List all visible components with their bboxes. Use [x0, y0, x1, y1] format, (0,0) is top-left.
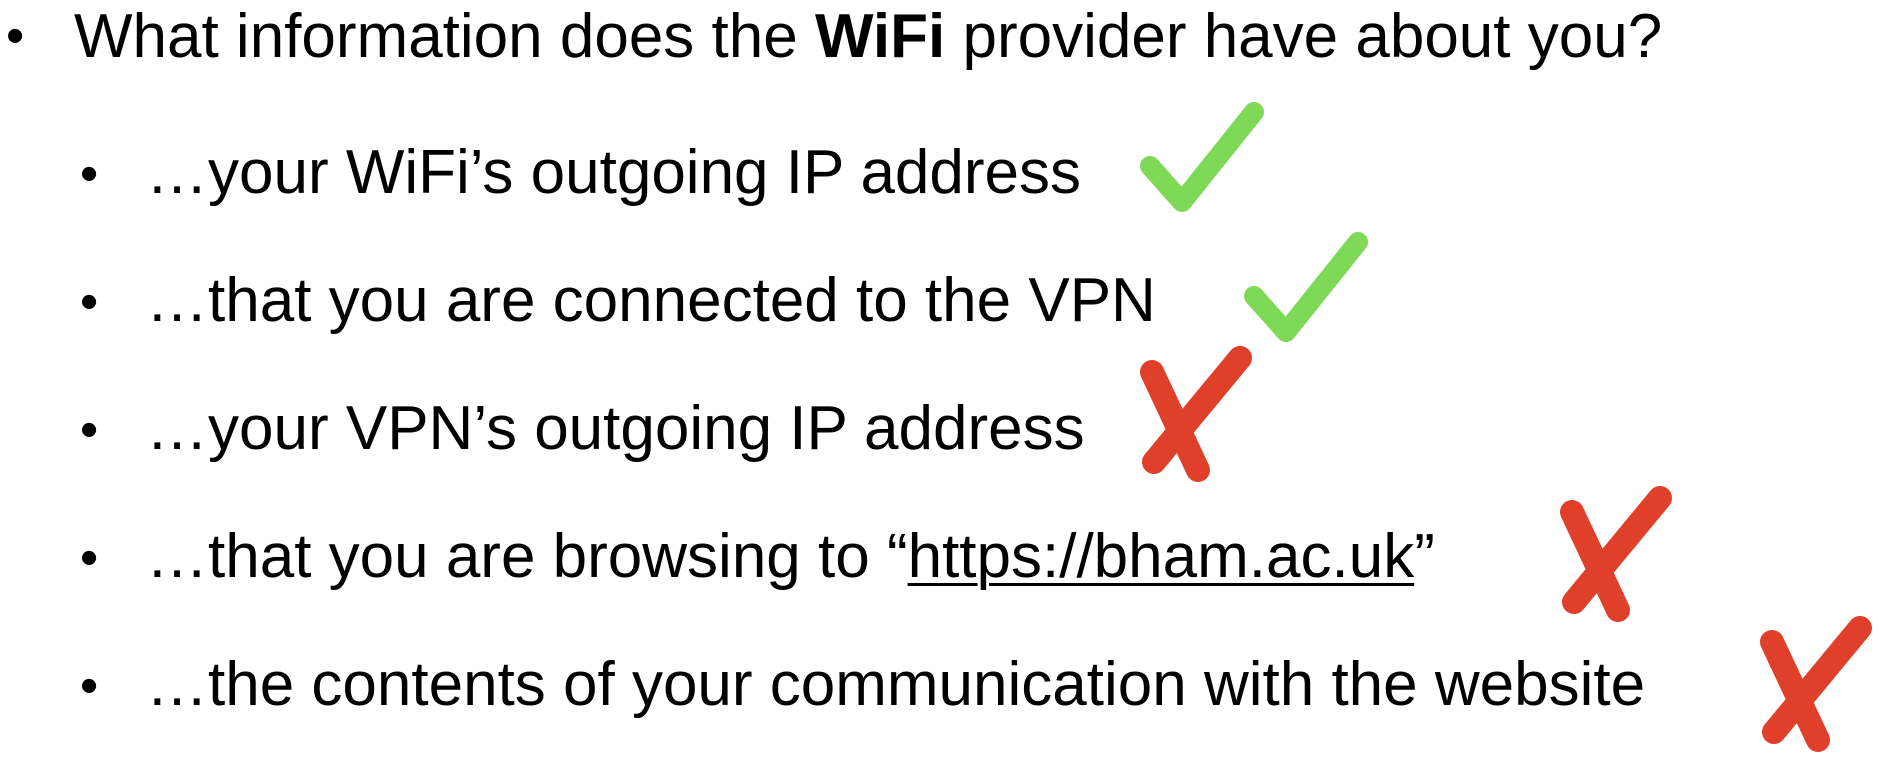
question-prefix: What information does the [74, 2, 815, 71]
list-item: …your WiFi’s outgoing IP address [146, 142, 1081, 204]
list-item: …the contents of your communication with… [146, 654, 1645, 716]
check-icon [1140, 102, 1264, 214]
bullet: • [80, 529, 99, 587]
bullet: • [80, 145, 99, 203]
url-link[interactable]: https://bham.ac.uk [908, 522, 1415, 591]
item-text-suffix: ” [1414, 522, 1435, 591]
item-text-prefix: …that you are browsing to “ [146, 522, 908, 591]
slide: • What information does the WiFi provide… [0, 0, 1888, 778]
list-item: …that you are browsing to “https://bham.… [146, 526, 1435, 588]
bullet: • [80, 657, 99, 715]
cross-icon [1760, 616, 1872, 752]
item-text: …your VPN’s outgoing IP address [146, 394, 1085, 463]
bullet: • [80, 273, 99, 331]
question-suffix: provider have about you? [945, 2, 1663, 71]
question-text: What information does the WiFi provider … [74, 6, 1662, 68]
bullet: • [6, 7, 25, 65]
cross-icon [1560, 486, 1672, 622]
check-icon [1244, 232, 1368, 344]
item-text: …that you are connected to the VPN [146, 266, 1156, 335]
list-item: …that you are connected to the VPN [146, 270, 1156, 332]
question-bold: WiFi [814, 2, 946, 71]
list-item: …your VPN’s outgoing IP address [146, 398, 1085, 460]
bullet: • [80, 401, 99, 459]
cross-icon [1140, 346, 1252, 482]
item-text: …the contents of your communication with… [146, 650, 1646, 719]
item-text: …your WiFi’s outgoing IP address [146, 138, 1082, 207]
